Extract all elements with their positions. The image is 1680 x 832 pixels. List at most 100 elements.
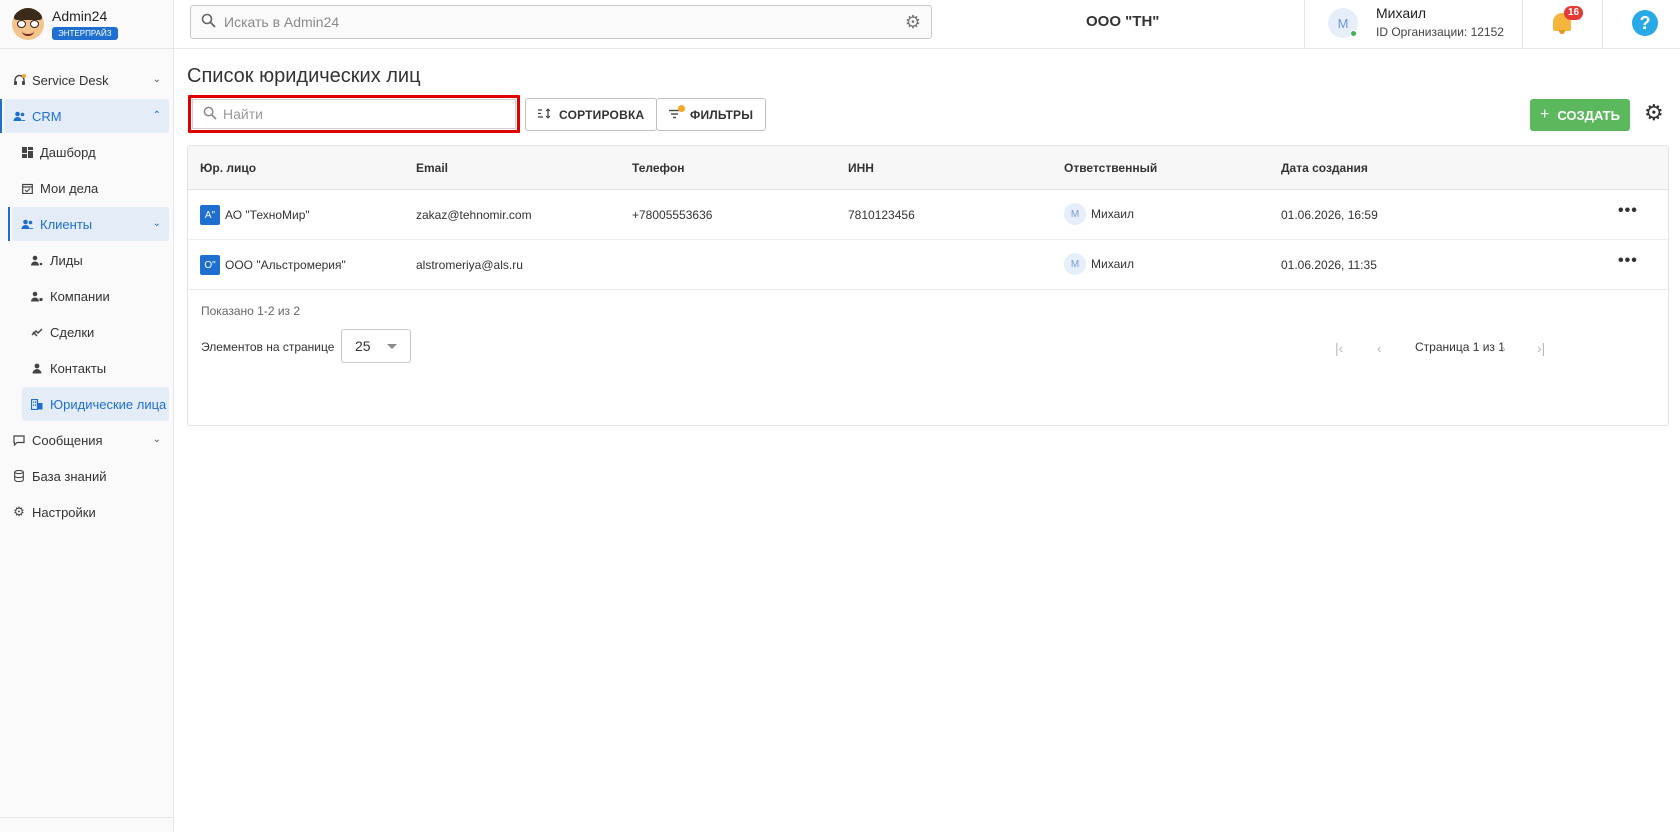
brand-name: Admin24 [52,8,108,24]
filters-button[interactable]: ФИЛЬТРЫ [656,98,767,131]
sidebar-item-label: Мои дела [40,180,99,196]
sidebar-item-companies[interactable]: Компании [22,279,169,313]
table-settings-gear-icon[interactable]: ⚙ [1644,102,1664,124]
lead-icon [30,253,44,267]
organization-name[interactable]: ООО "ТН" [1086,13,1159,30]
responsible-name[interactable]: Михаил [1091,257,1134,271]
help-icon[interactable]: ? [1632,10,1658,36]
column-header-responsible[interactable]: Ответственный [1064,161,1157,175]
list-search[interactable] [188,95,520,133]
sidebar-item-label: Service Desk [32,72,109,88]
list-search-input[interactable] [223,106,493,122]
chevron-up-icon: ⌃ [152,110,161,121]
per-page-select[interactable]: 25 [341,329,411,363]
avatar-initial: М [1337,15,1349,31]
sidebar-item-deals[interactable]: Сделки [22,315,169,349]
sidebar-item-messages[interactable]: Сообщения ⌄ [4,423,169,457]
sidebar-item-label: Юридические лица [50,396,167,412]
user-name[interactable]: Михаил [1376,5,1426,21]
sidebar-item-dashboard[interactable]: Дашборд [12,135,169,169]
global-search-input[interactable] [224,14,884,30]
sidebar-item-label: База знаний [32,468,107,484]
entity-email[interactable]: zakaz@tehnomir.com [416,208,532,222]
gear-icon: ⚙ [13,504,25,519]
page-info: Страница 1 из 1 [1415,340,1505,354]
sidebar-item-label: Компании [50,288,110,304]
sort-icon [538,107,551,122]
sidebar-item-label: CRM [32,108,62,124]
responsible-name[interactable]: Михаил [1091,207,1134,221]
sidebar-item-label: Сделки [50,324,95,340]
search-icon [201,13,216,31]
column-header-entity[interactable]: Юр. лицо [200,161,256,175]
person-icon [30,361,44,375]
database-icon [12,469,26,483]
column-header-inn[interactable]: ИНН [848,161,874,175]
company-icon [30,289,44,303]
edition-badge: ЭНТЕРПРАЙЗ [52,27,118,40]
notifications-bell-icon[interactable]: 16 [1550,6,1584,36]
table-header: Юр. лицо Email Телефон ИНН Ответственный… [188,146,1668,190]
users-icon [20,217,34,231]
first-page-icon[interactable]: |‹ [1335,340,1343,356]
online-status-dot [1350,30,1357,37]
next-page-icon[interactable]: › [1501,340,1506,356]
sidebar-item-contacts[interactable]: Контакты [22,351,169,385]
sidebar-item-settings[interactable]: ⚙ Настройки [4,495,169,529]
sidebar-item-leads[interactable]: Лиды [22,243,169,277]
headset-icon [12,73,26,87]
column-header-created[interactable]: Дата создания [1281,161,1368,175]
sidebar-item-label: Настройки [32,504,96,520]
notifications-count-badge: 16 [1564,6,1584,20]
caret-down-icon [387,344,397,349]
building-icon [30,397,44,411]
sidebar-item-crm[interactable]: CRM ⌃ [0,99,169,133]
search-icon [203,106,217,123]
row-more-icon[interactable]: ••• [1618,252,1638,270]
sidebar-item-service-desk[interactable]: Service Desk ⌄ [4,63,169,97]
entity-type-badge: О" [200,255,220,275]
table-row[interactable]: А" АО "ТехноМир" zakaz@tehnomir.com +780… [188,190,1668,240]
entity-email[interactable]: alstromeriya@als.ru [416,258,523,272]
chat-icon [12,433,26,447]
global-search[interactable]: ⚙ [190,5,932,39]
sidebar-item-clients[interactable]: Клиенты ⌄ [8,207,169,241]
brand[interactable]: Admin24 ЭНТЕРПРАЙЗ [0,0,173,49]
calendar-check-icon [20,181,34,195]
search-settings-gear-icon[interactable]: ⚙ [905,13,921,31]
entity-name[interactable]: ООО "Альстромерия" [225,258,346,272]
sidebar-divider [0,817,173,818]
dashboard-icon [20,145,34,159]
sort-button-label: СОРТИРОВКА [559,107,645,122]
chevron-down-icon: ⌄ [152,434,161,445]
table-row[interactable]: О" ООО "Альстромерия" alstromeriya@als.r… [188,240,1668,290]
created-date: 01.06.2026, 11:35 [1281,258,1377,272]
entity-name[interactable]: АО "ТехноМир" [225,208,310,222]
sidebar-item-label: Сообщения [32,432,103,448]
last-page-icon[interactable]: ›| [1537,340,1545,356]
chevron-down-icon: ⌄ [152,74,161,85]
filter-icon [669,104,685,122]
entity-inn: 7810123456 [848,208,915,222]
sidebar-nav: Service Desk ⌄ CRM ⌃ Дашборд Мои дела Кл… [0,49,173,529]
header-divider [1304,0,1305,48]
user-avatar[interactable]: М [1328,8,1358,38]
top-header: ⚙ ООО "ТН" М Михаил ID Организации: 1215… [174,0,1680,49]
sort-button[interactable]: СОРТИРОВКА [525,98,658,131]
column-header-phone[interactable]: Телефон [632,161,684,175]
sidebar: Admin24 ЭНТЕРПРАЙЗ Service Desk ⌄ CRM ⌃ … [0,0,174,832]
sidebar-item-my-tasks[interactable]: Мои дела [12,171,169,205]
brand-logo [12,8,44,40]
created-date: 01.06.2026, 16:59 [1281,208,1378,222]
column-header-email[interactable]: Email [416,161,448,175]
row-more-icon[interactable]: ••• [1618,202,1638,220]
prev-page-icon[interactable]: ‹ [1377,340,1382,356]
create-button[interactable]: + СОЗДАТЬ [1530,99,1630,131]
handshake-icon [30,325,44,339]
create-button-label: СОЗДАТЬ [1557,107,1620,123]
sidebar-item-legal-entities[interactable]: Юридические лица [22,387,169,421]
per-page-value: 25 [355,338,371,354]
user-org-id: ID Организации: 12152 [1376,25,1504,39]
sidebar-item-knowledge-base[interactable]: База знаний [4,459,169,493]
main-content: Список юридических лиц СОРТИРОВКА ФИЛЬТР… [174,49,1680,832]
